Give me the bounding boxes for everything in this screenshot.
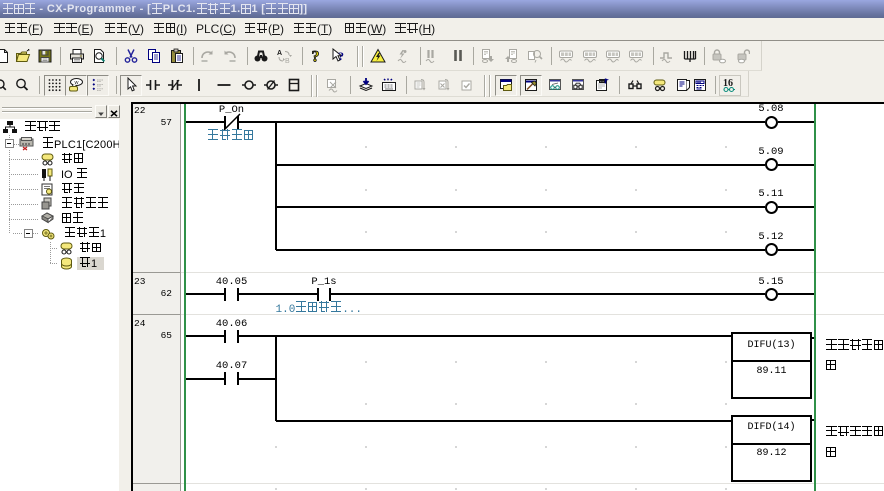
svg-text:w: w [74,80,79,86]
svg-text:A: A [277,50,282,57]
svg-text:?: ? [312,49,320,65]
svg-text:?: ? [338,49,344,63]
svg-text:B: B [285,58,290,64]
